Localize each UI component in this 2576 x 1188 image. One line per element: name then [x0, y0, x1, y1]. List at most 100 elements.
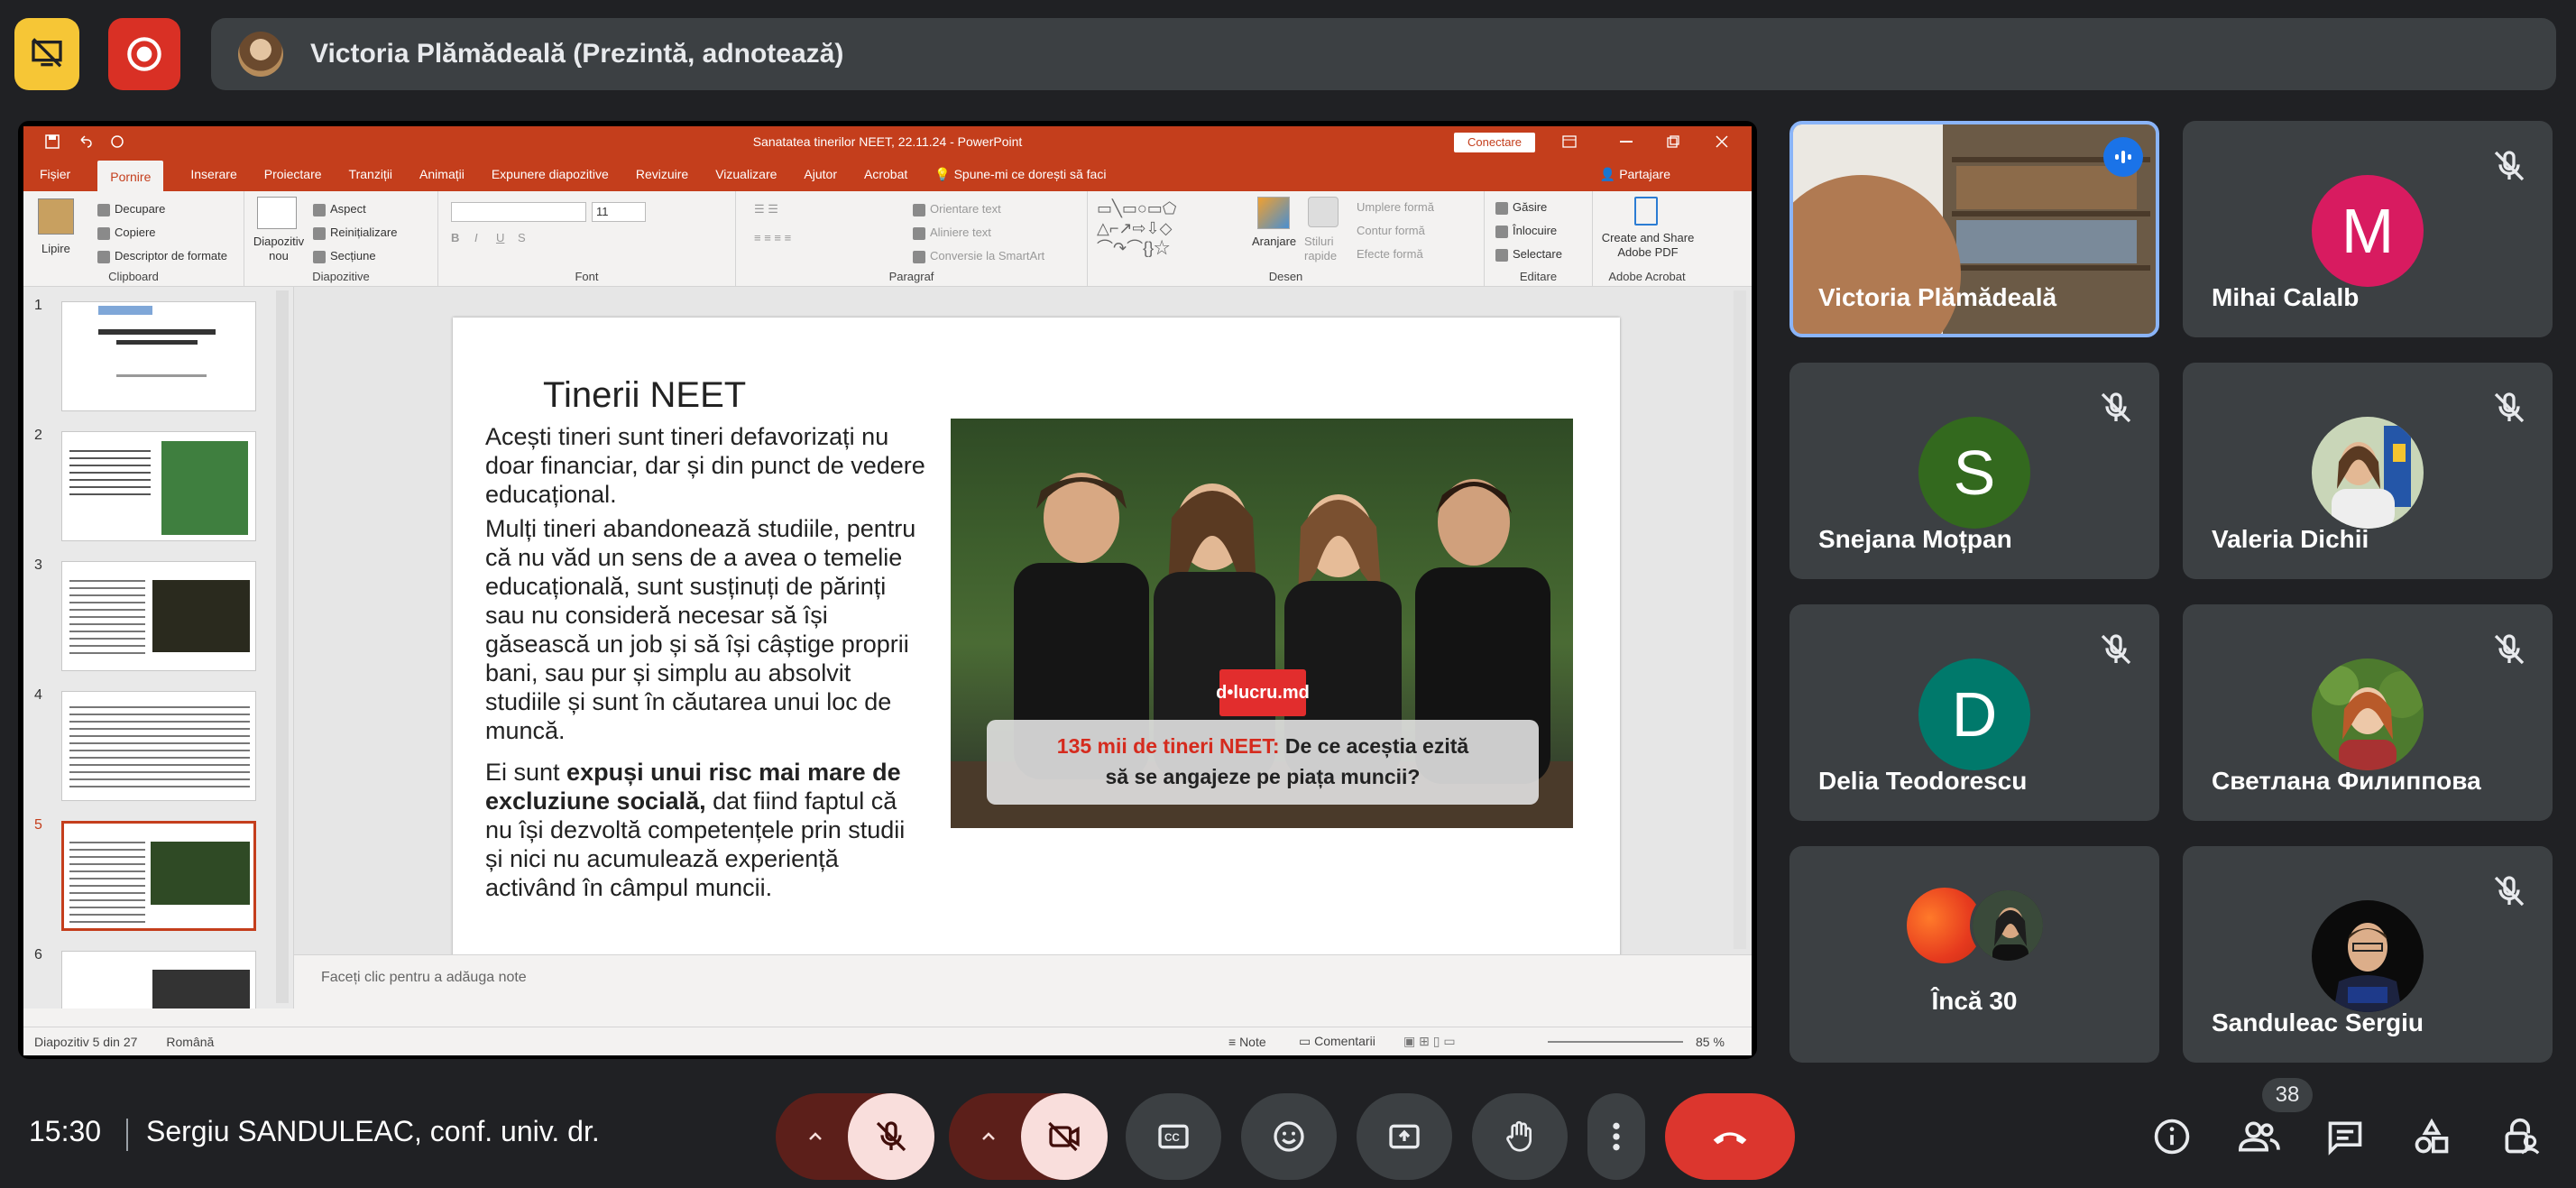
quick-styles-icon[interactable] — [1308, 197, 1339, 227]
thumb-slide-5[interactable] — [61, 821, 256, 931]
underline-button[interactable]: U — [496, 231, 504, 244]
camera-options-button[interactable] — [949, 1093, 1028, 1180]
bullets-button[interactable]: ☰ ☰ — [754, 202, 778, 216]
menu-transitions[interactable]: Tranziții — [349, 167, 393, 181]
thumbnails-scrollbar[interactable] — [276, 290, 289, 1003]
paste-button[interactable]: Lipire — [41, 242, 70, 255]
thumb-slide-6[interactable] — [61, 951, 256, 1008]
zoom-level[interactable]: 85 % — [1696, 1035, 1725, 1049]
shape-effects-button[interactable]: Efecte formă — [1357, 247, 1423, 261]
font-size-select[interactable]: 11 — [592, 202, 646, 222]
meeting-details-button[interactable] — [2150, 1115, 2194, 1158]
chat-button[interactable] — [2323, 1115, 2367, 1158]
more-options-button[interactable] — [1587, 1093, 1645, 1180]
pdf-icon[interactable] — [1634, 197, 1658, 226]
mic-options-button[interactable] — [776, 1093, 855, 1180]
menu-acrobat[interactable]: Acrobat — [864, 167, 907, 181]
close-icon[interactable] — [1716, 135, 1728, 148]
new-slide-icon[interactable] — [257, 197, 297, 229]
shapes-gallery[interactable]: ▭╲▭○▭⬠ △⌐↗⇨⇩◇ ⌒↷⌒{}☆ — [1097, 198, 1250, 262]
find-button[interactable]: Găsire — [1495, 200, 1547, 215]
thumb-slide-1[interactable] — [61, 301, 256, 411]
new-slide-button[interactable]: Diapozitiv nou — [252, 235, 306, 263]
reset-button[interactable]: Reinițializare — [313, 226, 397, 240]
thumb-slide-3[interactable] — [61, 561, 256, 671]
scissors-icon — [97, 203, 110, 216]
slide-thumbnails-pane[interactable]: 1 2 3 4 5 6 — [23, 287, 294, 1008]
chevron-up-icon — [809, 1132, 822, 1140]
recording-button[interactable] — [108, 18, 180, 90]
replace-button[interactable]: Înlocuire — [1495, 224, 1557, 238]
participant-tile-svetlana[interactable]: Светлана Филиппова — [2183, 604, 2553, 821]
cut-button[interactable]: Decupare — [97, 202, 165, 216]
camera-toggle-button[interactable] — [1021, 1093, 1108, 1180]
menu-view[interactable]: Vizualizare — [715, 167, 777, 181]
menu-slideshow[interactable]: Expunere diapozitive — [492, 167, 609, 181]
slide-scrollbar[interactable] — [1734, 290, 1746, 949]
people-count-badge: 38 — [2262, 1078, 2313, 1112]
participant-tile-snejana[interactable]: S Snejana Moțpan — [1789, 363, 2159, 579]
menu-help[interactable]: Ajutor — [804, 167, 837, 181]
participant-tile-victoria[interactable]: Victoria Plămădeală — [1789, 121, 2159, 337]
quick-styles-button[interactable]: Stiluri rapide — [1304, 235, 1346, 263]
menu-insert[interactable]: Inserare — [190, 167, 236, 181]
smartart-button[interactable]: Conversie la SmartArt — [913, 249, 1044, 263]
menu-animations[interactable]: Animații — [419, 167, 465, 181]
participant-tile-sanduleac[interactable]: Sanduleac Sergiu — [2183, 846, 2553, 1063]
participant-tile-valeria[interactable]: Valeria Dichii — [2183, 363, 2553, 579]
participant-tile-mihai[interactable]: M Mihai Calalb — [2183, 121, 2553, 337]
people-button[interactable] — [2237, 1115, 2280, 1158]
activities-button[interactable] — [2410, 1115, 2453, 1158]
menu-home[interactable]: Pornire — [97, 161, 164, 193]
notes-toggle[interactable]: ≡ Note — [1228, 1035, 1266, 1049]
font-family-select[interactable] — [451, 202, 586, 222]
leave-call-button[interactable] — [1665, 1093, 1795, 1180]
align-text-button[interactable]: Aliniere text — [913, 226, 991, 240]
menu-review[interactable]: Revizuire — [636, 167, 688, 181]
italic-button[interactable]: I — [474, 231, 478, 244]
shape-fill-button[interactable]: Umplere formă — [1357, 200, 1434, 214]
captions-button[interactable]: CC — [1126, 1093, 1221, 1180]
section-button[interactable]: Secțiune — [313, 249, 376, 263]
select-button[interactable]: Selectare — [1495, 247, 1562, 262]
bold-button[interactable]: B — [451, 231, 459, 244]
presenter-bar[interactable]: Victoria Plămădeală (Prezintă, adnotează… — [211, 18, 2556, 90]
current-slide[interactable]: Tinerii NEET Acești tineri sunt tineri d… — [453, 318, 1620, 969]
format-painter-button[interactable]: Descriptor de formate — [97, 249, 227, 263]
arrange-icon[interactable] — [1257, 197, 1290, 229]
menu-design[interactable]: Proiectare — [264, 167, 322, 181]
avatar: S — [1918, 417, 2030, 529]
thumb-slide-2[interactable] — [61, 431, 256, 541]
more-participants-tile[interactable]: Încă 30 — [1789, 846, 2159, 1063]
present-button[interactable] — [1357, 1093, 1452, 1180]
text-direction-button[interactable]: Orientare text — [913, 202, 1001, 216]
participant-tile-delia[interactable]: D Delia Teodorescu — [1789, 604, 2159, 821]
view-buttons[interactable]: ▣ ⊞ ▯ ▭ — [1403, 1034, 1456, 1049]
ribbon-display-icon[interactable] — [1562, 135, 1577, 148]
slide-photo: d•lucru.md 135 mii de tineri NEET: De ce… — [951, 419, 1573, 828]
reactions-button[interactable] — [1241, 1093, 1337, 1180]
align-buttons[interactable]: ≡ ≡ ≡ ≡ — [754, 231, 791, 244]
shape-outline-button[interactable]: Contur formă — [1357, 224, 1425, 237]
menu-file[interactable]: Fișier — [40, 167, 70, 181]
minimize-icon[interactable] — [1620, 141, 1633, 143]
language-status[interactable]: Română — [166, 1035, 214, 1049]
paste-icon[interactable] — [38, 198, 74, 235]
mic-toggle-button[interactable] — [848, 1093, 934, 1180]
create-pdf-button[interactable]: Create and Share Adobe PDF — [1598, 231, 1697, 260]
arrange-button[interactable]: Aranjare — [1252, 235, 1296, 248]
copy-button[interactable]: Copiere — [97, 226, 156, 240]
notes-pane[interactable]: Faceți clic pentru a adăuga note — [294, 954, 1752, 1008]
connect-button[interactable]: Conectare — [1454, 133, 1535, 152]
share-button[interactable]: 👤 Partajare — [1600, 167, 1697, 182]
tell-me-search[interactable]: 💡 Spune-mi ce dorești să faci — [934, 167, 1133, 182]
comments-toggle[interactable]: ▭ Comentarii — [1299, 1034, 1375, 1049]
strikethrough-button[interactable]: S — [518, 231, 526, 244]
zoom-slider[interactable] — [1548, 1041, 1683, 1043]
thumb-slide-4[interactable] — [61, 691, 256, 801]
no-screen-share-icon-button[interactable] — [14, 18, 79, 90]
maximize-icon[interactable] — [1667, 135, 1679, 148]
raise-hand-button[interactable] — [1472, 1093, 1568, 1180]
host-controls-button[interactable] — [2498, 1115, 2542, 1158]
layout-button[interactable]: Aspect — [313, 202, 366, 216]
